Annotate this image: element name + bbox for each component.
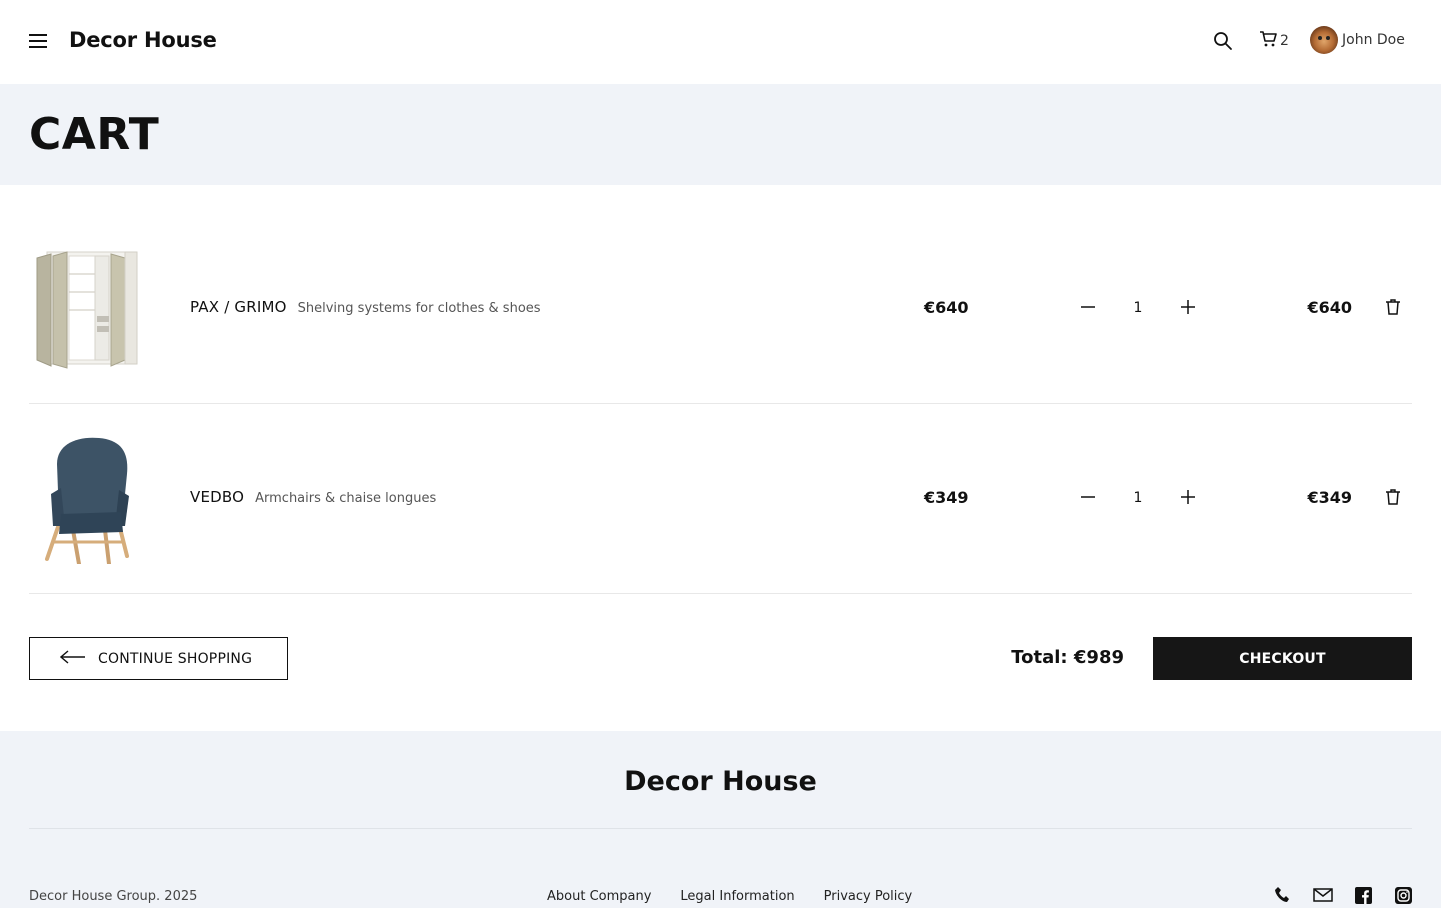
continue-shopping-button[interactable]: CONTINUE SHOPPING (29, 637, 288, 680)
product-image-armchair[interactable] (29, 434, 149, 566)
product-image-wardrobe[interactable] (29, 244, 149, 374)
line-total: €640 (1307, 298, 1352, 317)
menu-icon[interactable] (29, 33, 47, 49)
checkout-label: CHECKOUT (1239, 650, 1326, 667)
footer-link-legal[interactable]: Legal Information (680, 889, 794, 904)
product-name[interactable]: VEDBO (190, 488, 244, 506)
footer-brand[interactable]: Decor House (0, 766, 1441, 797)
increase-quantity-button[interactable] (1175, 485, 1201, 511)
quantity-stepper: 1 (1075, 294, 1201, 322)
cart-icon (1259, 30, 1277, 52)
quantity-stepper: 1 (1075, 484, 1201, 512)
minus-icon (1081, 299, 1095, 318)
footer-link-about[interactable]: About Company (547, 889, 651, 904)
plus-icon (1181, 299, 1195, 318)
phone-icon[interactable] (1273, 886, 1293, 904)
search-icon[interactable] (1212, 30, 1234, 52)
footer-links: About Company Legal Information Privacy … (547, 889, 912, 904)
product-name[interactable]: PAX / GRIMO (190, 298, 287, 316)
product-info: PAX / GRIMO Shelving systems for clothes… (190, 298, 541, 316)
brand-logo[interactable]: Decor House (69, 28, 217, 52)
copyright: Decor House Group. 2025 (29, 889, 198, 904)
mail-icon[interactable] (1313, 886, 1333, 904)
social-links (1273, 886, 1413, 904)
cart-button[interactable]: 2 (1259, 30, 1289, 52)
plus-icon (1181, 489, 1195, 508)
product-category: Armchairs & chaise longues (255, 491, 437, 506)
avatar (1310, 26, 1338, 54)
site-header: Decor House 2 John Doe (0, 0, 1441, 84)
page-hero: CART (0, 84, 1441, 185)
decrease-quantity-button[interactable] (1075, 485, 1101, 511)
user-menu[interactable]: John Doe (1310, 26, 1405, 54)
checkout-button[interactable]: CHECKOUT (1153, 637, 1412, 680)
quantity-value[interactable]: 1 (1123, 490, 1153, 506)
arrow-left-icon (59, 649, 86, 668)
product-info: VEDBO Armchairs & chaise longues (190, 488, 436, 506)
continue-shopping-label: CONTINUE SHOPPING (98, 650, 253, 667)
unit-price: €640 (924, 298, 969, 317)
unit-price: €349 (924, 488, 969, 507)
quantity-value[interactable]: 1 (1123, 300, 1153, 316)
cart-item-row: PAX / GRIMO Shelving systems for clothes… (29, 214, 1412, 404)
increase-quantity-button[interactable] (1175, 295, 1201, 321)
trash-icon[interactable] (1385, 298, 1401, 316)
decrease-quantity-button[interactable] (1075, 295, 1101, 321)
product-category: Shelving systems for clothes & shoes (297, 301, 541, 316)
footer-divider (29, 828, 1412, 829)
site-footer: Decor House Decor House Group. 2025 Abou… (0, 731, 1441, 908)
minus-icon (1081, 489, 1095, 508)
page-title: CART (29, 109, 160, 160)
cart-total: Total: €989 (1011, 647, 1124, 668)
cart-count-badge: 2 (1280, 33, 1289, 49)
facebook-icon[interactable] (1353, 886, 1373, 904)
footer-link-privacy[interactable]: Privacy Policy (824, 889, 913, 904)
trash-icon[interactable] (1385, 488, 1401, 506)
cart-item-row: VEDBO Armchairs & chaise longues €349 1 … (29, 404, 1412, 594)
instagram-icon[interactable] (1393, 886, 1413, 904)
line-total: €349 (1307, 488, 1352, 507)
user-name: John Doe (1342, 32, 1405, 48)
